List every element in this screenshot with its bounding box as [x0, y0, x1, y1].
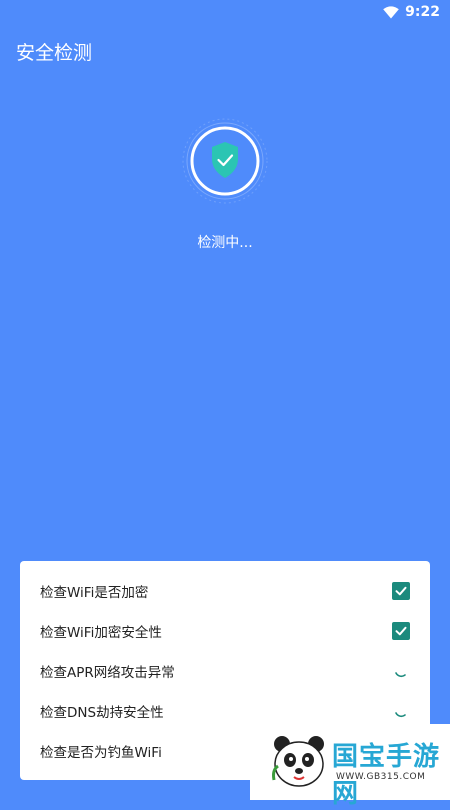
page-title: 安全检测	[16, 42, 93, 64]
watermark-badge: 国宝手游网 WWW.GB315.COM	[250, 724, 450, 809]
watermark-url: WWW.GB315.COM	[336, 772, 426, 782]
check-item-wifi-encrypted: 检查WiFi是否加密	[20, 571, 430, 611]
check-label: 检查WiFi是否加密	[40, 585, 149, 601]
checkbox-checked-icon	[392, 582, 410, 600]
status-time: 9:22	[405, 4, 440, 20]
scanner-indicator	[180, 116, 270, 206]
loading-spinner-icon	[392, 662, 410, 680]
check-item-wifi-encryption-security: 检查WiFi加密安全性	[20, 611, 430, 651]
check-label: 检查DNS劫持安全性	[40, 705, 164, 721]
check-label: 检查是否为钓鱼WiFi	[40, 745, 162, 761]
loading-spinner-icon	[392, 702, 410, 720]
panda-logo-icon	[272, 736, 324, 787]
check-label: 检查WiFi加密安全性	[40, 625, 162, 641]
check-item-apr-attack: 检查APR网络攻击异常	[20, 651, 430, 691]
check-label: 检查APR网络攻击异常	[40, 665, 175, 681]
scan-status-text: 检测中...	[197, 235, 253, 251]
checkbox-checked-icon	[392, 622, 410, 640]
shield-check-icon	[212, 142, 238, 178]
wifi-icon	[383, 5, 399, 19]
status-bar: 9:22	[0, 0, 450, 24]
